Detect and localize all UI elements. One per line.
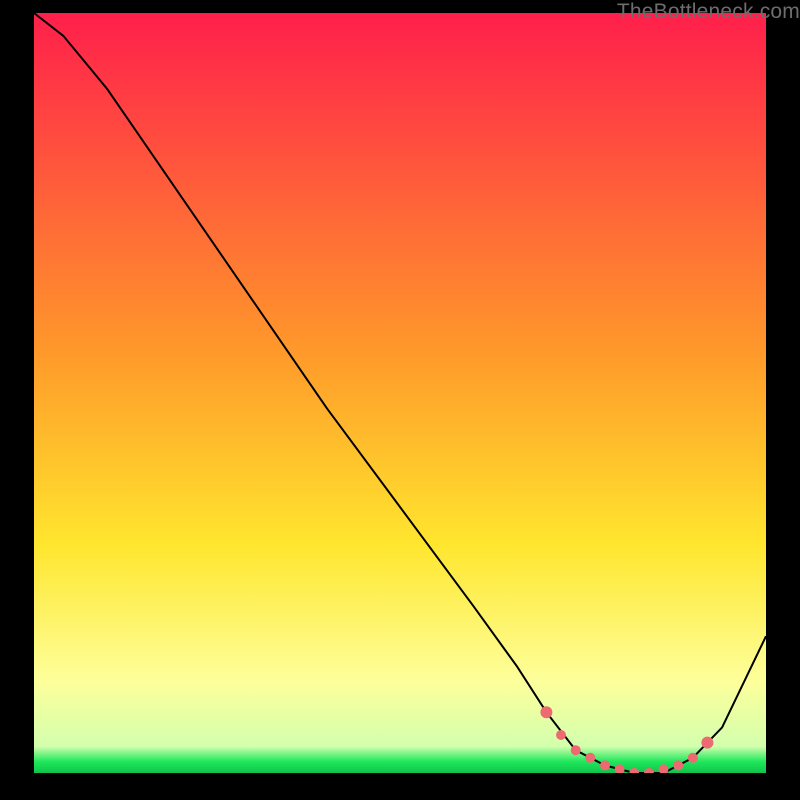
marker-dot [600,760,610,770]
marker-dot [701,737,713,749]
marker-dot [688,753,698,763]
marker-dot [556,730,566,740]
bottleneck-chart [34,13,766,773]
attribution-text: TheBottleneck.com [617,0,800,24]
marker-dot [540,706,552,718]
marker-dot [673,760,683,770]
gradient-background [34,13,766,773]
marker-dot [571,745,581,755]
chart-frame [34,13,766,773]
marker-dot [585,753,595,763]
